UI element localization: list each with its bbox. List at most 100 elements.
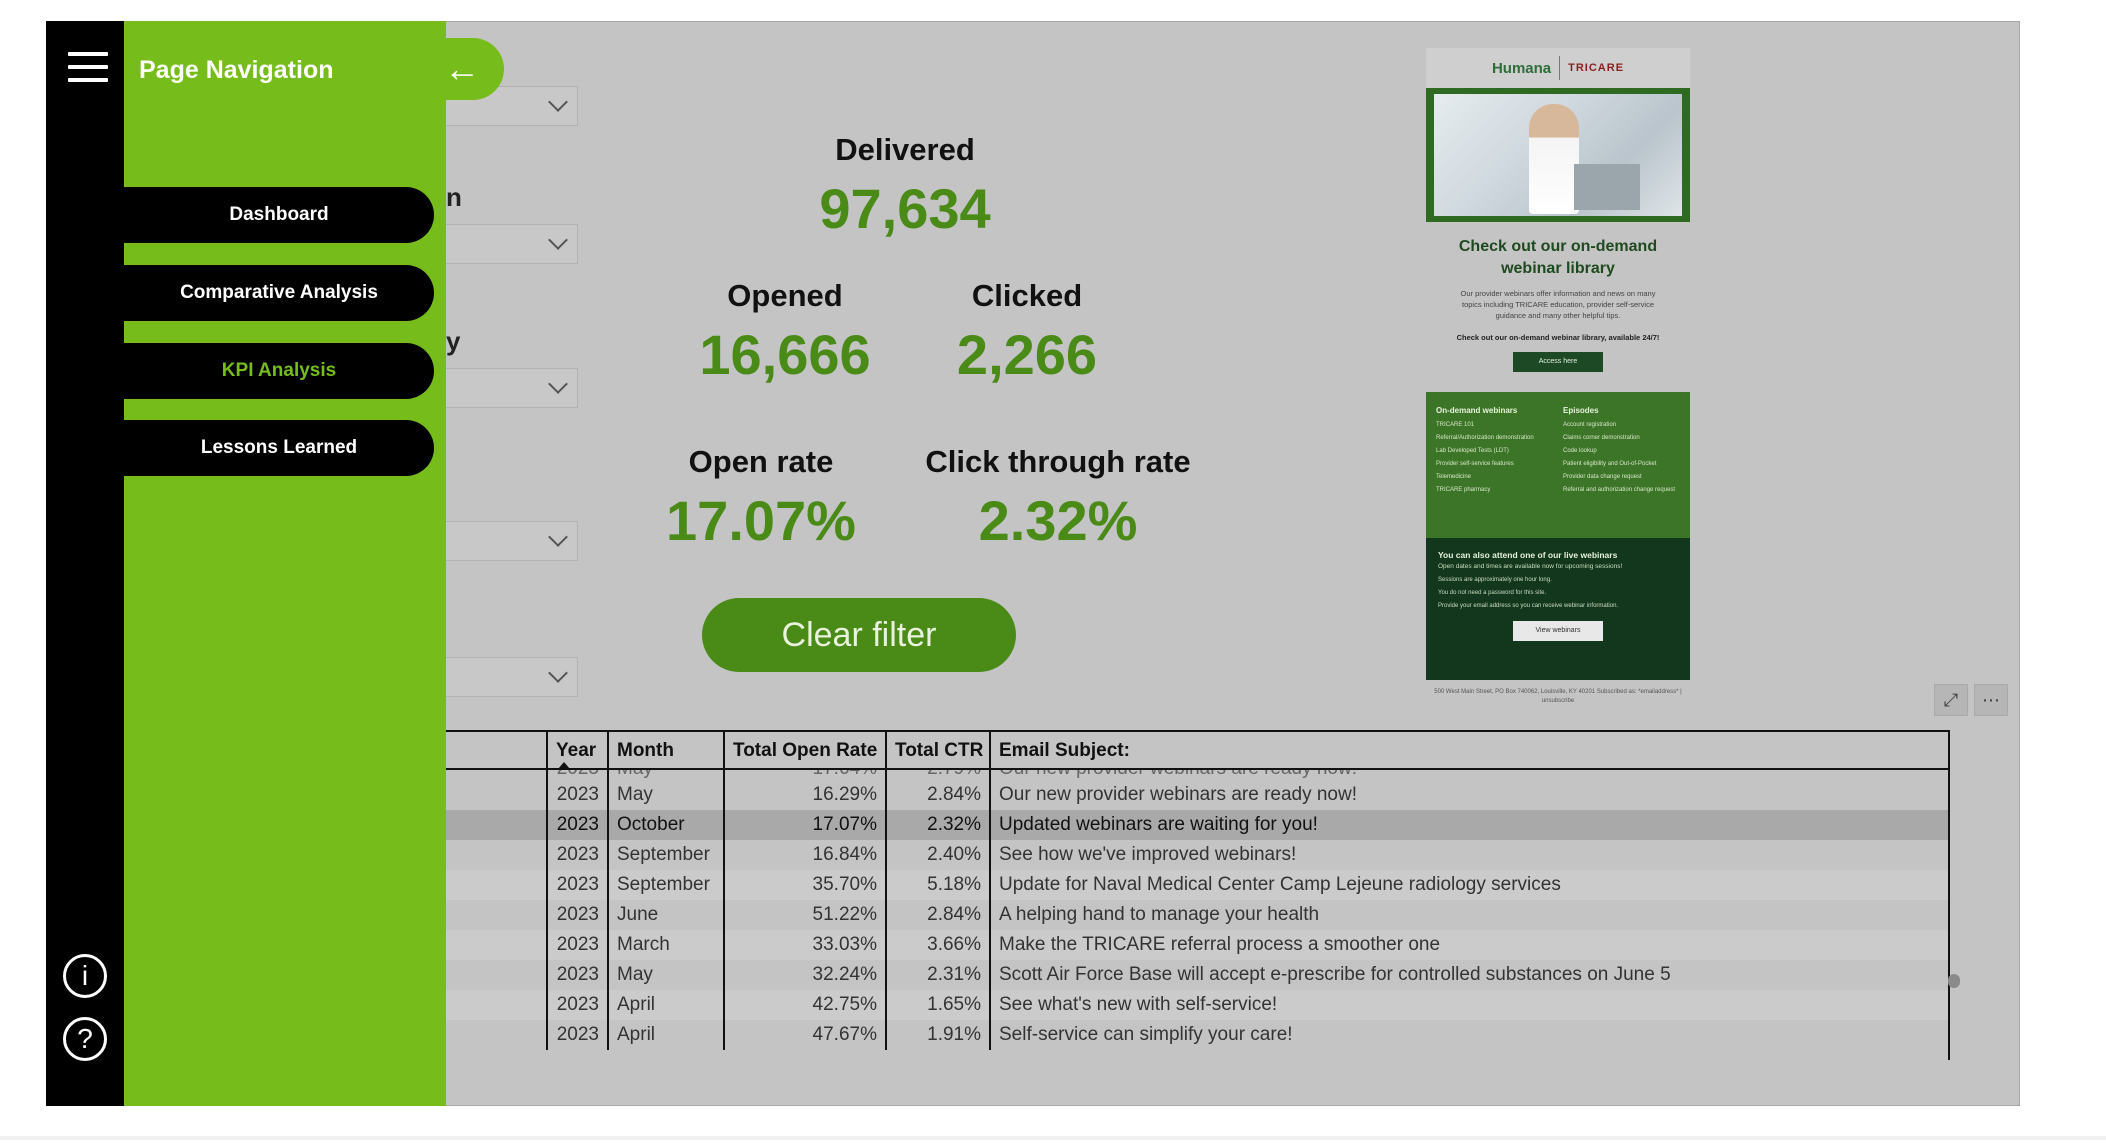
kpi-delivered-label: Delivered: [835, 132, 975, 167]
column-header-year[interactable]: Year: [548, 732, 609, 769]
list-item: Referral and authorization change reques…: [1563, 487, 1676, 493]
kpi-open-rate-label: Open rate: [688, 444, 834, 479]
on-demand-column: On-demand webinars TRICARE 101 Referral/…: [1436, 406, 1553, 524]
table-cell: 17.64%: [725, 770, 887, 780]
table-row[interactable]: k 2023 May 17.64% 2.79% Our new provider…: [382, 770, 1948, 780]
column-header-month[interactable]: Month: [609, 732, 725, 768]
kpi-clicked-value: 2,266: [956, 323, 1098, 386]
email-body: Our provider webinars offer information …: [1460, 289, 1656, 320]
table-cell: 2023: [548, 780, 609, 810]
table-cell: 2.40%: [887, 840, 991, 870]
column-header-open-rate[interactable]: Total Open Rate: [725, 732, 887, 768]
nav-lessons-learned-button[interactable]: Lessons Learned: [124, 420, 434, 476]
live-title: You can also attend one of our live webi…: [1438, 550, 1618, 560]
table-cell: 5.18%: [887, 870, 991, 900]
focus-mode-icon[interactable]: ⤢: [1934, 684, 1968, 716]
nav-kpi-analysis-button[interactable]: KPI Analysis: [124, 343, 434, 399]
table-cell: 35.70%: [725, 870, 887, 900]
table-row[interactable]: 3 2023 May 16.29% 2.84% Our new provider…: [382, 780, 1948, 810]
table-cell: Scott Air Force Base will accept e-presc…: [999, 964, 1671, 985]
email-cta-text: Check out our on-demand webinar library,…: [1456, 333, 1660, 342]
table-scrollbar-thumb[interactable]: [1948, 974, 1960, 988]
table-row[interactable]: 2023 September 35.70% 5.18% Update for N…: [382, 870, 1948, 900]
table-row[interactable]: 2023 April 42.75% 1.65% See what's new w…: [382, 990, 1948, 1020]
menu-icon[interactable]: [68, 52, 108, 82]
list-item: Lab Developed Tests (LDT): [1436, 448, 1509, 454]
list-item: Provider data change request: [1563, 474, 1642, 480]
kpi-ctr-value: 2.32%: [978, 489, 1138, 552]
list-item: Referral/Authorization demonstration: [1436, 435, 1534, 441]
column-header-subject[interactable]: Email Subject:: [991, 732, 1948, 768]
list-item: Provider self-service features: [1436, 461, 1514, 467]
table-row-selected[interactable]: 3 2023 October 17.07% 2.32% Updated webi…: [382, 810, 1948, 840]
table-cell: 2023: [548, 770, 609, 780]
chevron-down-icon: [548, 230, 568, 250]
table-cell: Update for Naval Medical Center Camp Lej…: [999, 874, 1561, 895]
table-cell: March: [609, 930, 725, 960]
kpi-open-rate-value: 17.07%: [666, 489, 856, 552]
table-cell: 33.03%: [725, 930, 887, 960]
column-title: Episodes: [1563, 406, 1599, 415]
list-item: You do not need a password for this site…: [1438, 590, 1547, 596]
nav-comparative-analysis-button[interactable]: Comparative Analysis: [124, 265, 434, 321]
table-cell: 2023: [548, 900, 609, 930]
list-item: Code lookup: [1563, 448, 1597, 454]
list-item: Sessions are approximately one hour long…: [1438, 577, 1552, 583]
doctor-photo: [1426, 88, 1690, 222]
email-footer: 500 West Main Street, PO Box 740062, Lou…: [1434, 689, 1682, 704]
info-icon[interactable]: i: [63, 954, 107, 998]
kpi-ctr-label: Click through rate: [925, 444, 1191, 479]
table-row[interactable]: 2023 March 33.03% 3.66% Make the TRICARE…: [382, 930, 1948, 960]
slicer-label-partial: y: [446, 326, 461, 356]
kpi-clicked-label: Clicked: [971, 278, 1083, 313]
table-cell: 2023: [548, 960, 609, 990]
table-cell: 2023: [548, 810, 609, 840]
email-live-webinars: You can also attend one of our live webi…: [1426, 538, 1690, 680]
list-item: Telemedicine: [1436, 474, 1472, 480]
table-cell: 2.79%: [887, 770, 991, 780]
kpi-opened-value: 16,666: [699, 323, 871, 386]
table-cell: 47.67%: [725, 1020, 887, 1050]
table-cell: 17.07%: [725, 810, 887, 840]
page-divider: [0, 1136, 2106, 1140]
table-cell: June: [609, 900, 725, 930]
nav-title: Page Navigation: [139, 56, 334, 84]
table-cell: 42.75%: [725, 990, 887, 1020]
table-cell: September: [609, 870, 725, 900]
table-cell: 2.32%: [887, 810, 991, 840]
table-cell: Updated webinars are waiting for you!: [999, 814, 1318, 835]
nav-dashboard-button[interactable]: Dashboard: [124, 187, 434, 243]
list-item: Patient eligibility and Out-of-Pocket: [1563, 461, 1657, 467]
table-cell: 16.29%: [725, 780, 887, 810]
table-row[interactable]: 2023 April 47.67% 1.91% Self-service can…: [382, 1020, 1948, 1050]
table-cell: May: [609, 770, 725, 780]
table-row[interactable]: 023 2023 June 51.22% 2.84% A helping han…: [382, 900, 1948, 930]
table-cell: 3.66%: [887, 930, 991, 960]
table-cell: 2.31%: [887, 960, 991, 990]
sort-ascending-icon: [558, 762, 570, 769]
clear-filter-button[interactable]: Clear filter: [702, 598, 1016, 672]
table-cell: September: [609, 840, 725, 870]
email-table: Year Month Total Open Rate Total CTR Ema…: [380, 730, 1950, 1070]
more-options-icon[interactable]: ⋯: [1974, 684, 2008, 716]
table-body[interactable]: k 2023 May 17.64% 2.79% Our new provider…: [380, 770, 1950, 1060]
chevron-down-icon: [548, 663, 568, 683]
table-cell: May: [609, 960, 725, 990]
page-navigation-panel: [124, 21, 446, 1106]
column-header-ctr[interactable]: Total CTR: [887, 732, 991, 768]
help-icon[interactable]: ?: [63, 1017, 107, 1061]
table-header: Year Month Total Open Rate Total CTR Ema…: [380, 730, 1950, 770]
table-cell: 2023: [548, 840, 609, 870]
column-header-label: Year: [556, 740, 597, 761]
kpi-opened-label: Opened: [727, 278, 843, 313]
table-cell: A helping hand to manage your health: [999, 904, 1320, 925]
live-subtitle: Open dates and times are available now f…: [1438, 563, 1623, 570]
arrow-left-icon[interactable]: ←: [420, 38, 504, 100]
table-row[interactable]: 023 2023 September 16.84% 2.40% See how …: [382, 840, 1948, 870]
email-headline: Check out our on-demand webinar library: [1458, 238, 1658, 277]
table-row[interactable]: 2023 May 32.24% 2.31% Scott Air Force Ba…: [382, 960, 1948, 990]
list-item: Provide your email address so you can re…: [1438, 603, 1619, 609]
column-title: On-demand webinars: [1436, 406, 1518, 415]
table-cell: 51.22%: [725, 900, 887, 930]
divider: [1559, 56, 1561, 80]
